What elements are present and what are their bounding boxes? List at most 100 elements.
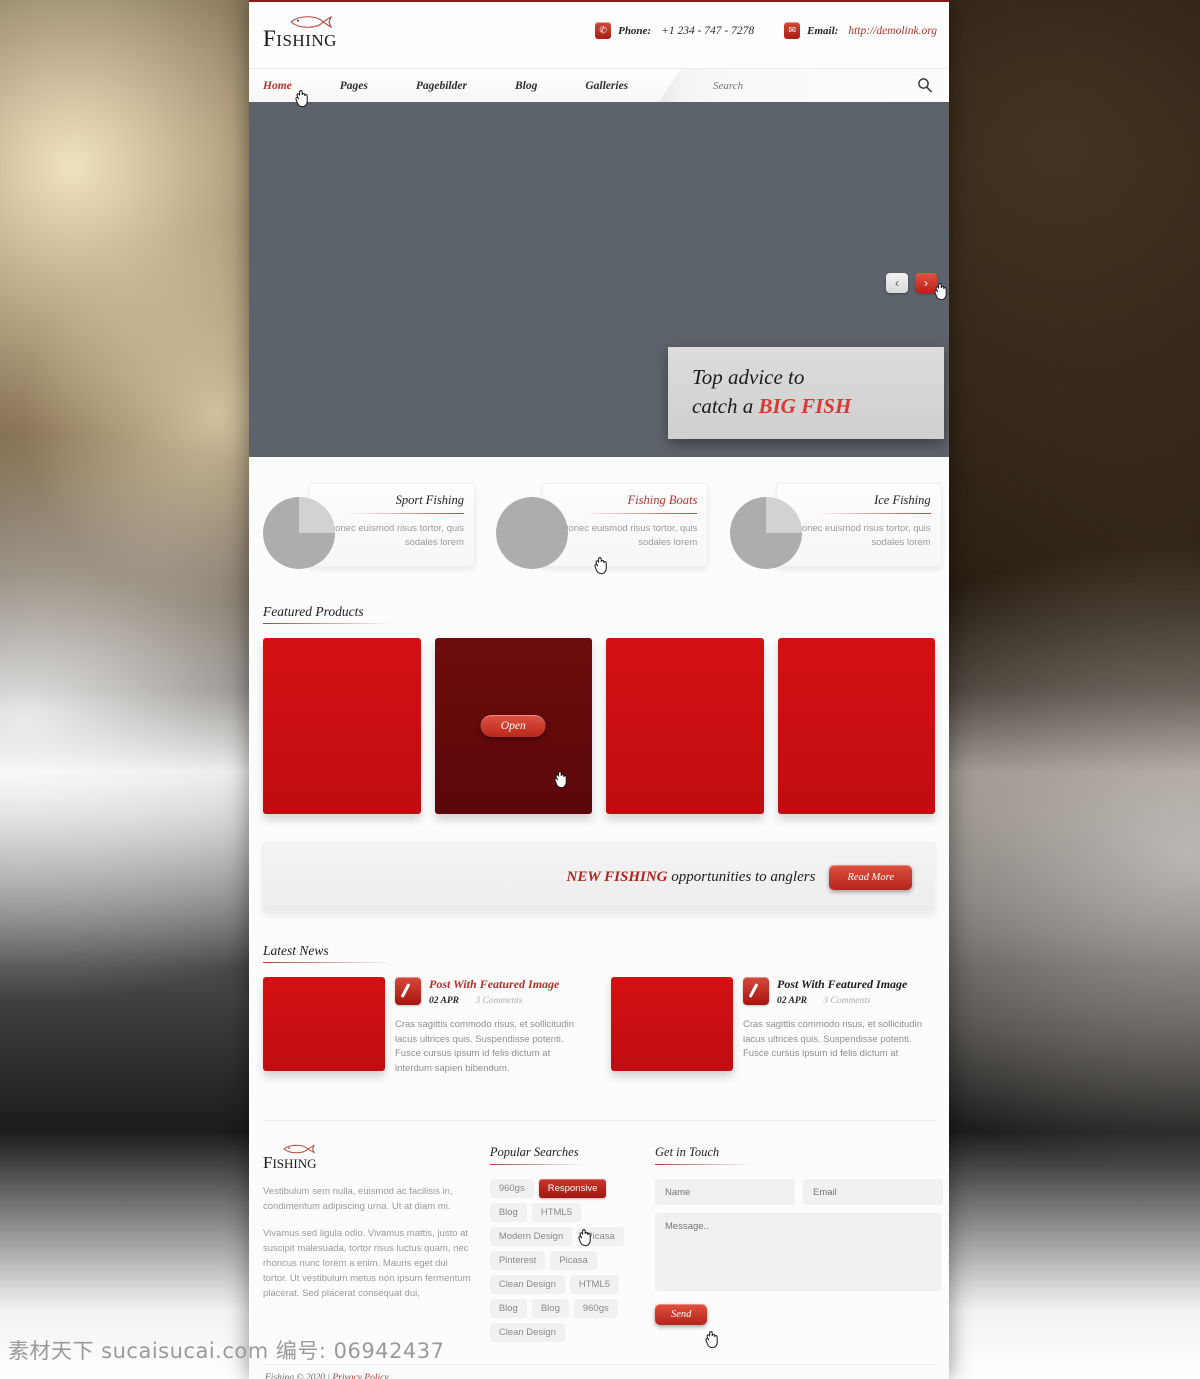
footer-wordmark: FISHING xyxy=(263,1154,472,1172)
contact-name-input[interactable] xyxy=(655,1179,795,1205)
phone-icon: ✆ xyxy=(595,22,612,39)
news-excerpt: Cras sagittis commodo risus, et sollicit… xyxy=(395,1019,574,1074)
news-title[interactable]: Post With Featured Image xyxy=(429,977,559,992)
news-date: 02 APR xyxy=(777,996,807,1006)
logo-wordmark: FISHING xyxy=(263,26,337,51)
email-value: http://demolink.org xyxy=(848,24,937,37)
service-card-fishing-boats[interactable]: Fishing Boats Donec euismod risus tortor… xyxy=(496,483,709,573)
news-excerpt: Cras sagittis commodo risus, et sollicit… xyxy=(743,1019,922,1059)
nav-item-pagebilder[interactable]: Pagebilder xyxy=(416,80,491,92)
tag-item[interactable]: 960gs xyxy=(573,1299,618,1318)
featured-products-grid: Open xyxy=(263,638,935,814)
tag-item[interactable]: Pinterest xyxy=(489,1251,546,1270)
service-divider xyxy=(814,513,931,514)
news-meta: 02 APR 3 Comments xyxy=(429,996,559,1006)
product-card-hovered[interactable]: Open xyxy=(434,638,592,814)
slider-caption-line2: catch a BIG FISH xyxy=(692,392,926,421)
fish-icon xyxy=(283,1144,315,1154)
slider-caption-line1: Top advice to xyxy=(692,365,805,389)
news-post[interactable]: Post With Featured Image 02 APR 3 Commen… xyxy=(263,977,587,1076)
phone-contact[interactable]: ✆ Phone: +1 234 - 747 - 7278 xyxy=(595,22,754,39)
phone-label: Phone: xyxy=(618,24,652,37)
search-bar xyxy=(659,69,949,102)
heading-underline xyxy=(489,1164,586,1165)
nav-item-home[interactable]: Home xyxy=(263,80,316,92)
service-image-placeholder xyxy=(263,497,335,569)
service-card-sport-fishing[interactable]: Sport Fishing Donec euismod risus tortor… xyxy=(263,483,475,573)
slider-next-button[interactable]: › xyxy=(915,273,937,293)
copyright-text: Fishing © 2020 | xyxy=(265,1373,330,1379)
news-title[interactable]: Post With Featured Image xyxy=(777,977,907,992)
heading-underline xyxy=(655,1164,751,1165)
pencil-icon xyxy=(395,977,421,1005)
featured-products-heading: Featured Products xyxy=(263,603,935,624)
footer-logo[interactable]: FISHING xyxy=(263,1143,472,1172)
stock-site-watermark: 素材天下 sucaisucai.com 编号: 06942437 xyxy=(8,1339,445,1363)
tag-item[interactable]: Blog xyxy=(489,1299,527,1318)
nav-item-pages[interactable]: Pages xyxy=(340,80,392,92)
main-navigation: Home Pages Pagebilder Blog Galleries Con… xyxy=(249,68,949,102)
news-comments[interactable]: 3 Comments xyxy=(475,996,522,1006)
tag-item[interactable]: HTML5 xyxy=(531,1203,581,1222)
logo-rest: ISHING xyxy=(276,31,337,50)
tag-item[interactable]: Picasa xyxy=(550,1251,597,1270)
website-preview: FISHING ✆ Phone: +1 234 - 747 - 7278 ✉ E… xyxy=(249,0,949,1379)
nav-item-blog[interactable]: Blog xyxy=(515,80,561,92)
slider-prev-button[interactable]: ‹ xyxy=(886,273,908,293)
product-card[interactable] xyxy=(263,638,421,814)
product-card[interactable] xyxy=(777,638,935,814)
contact-message-textarea[interactable] xyxy=(655,1213,941,1291)
popular-searches-column: Popular Searches 960gs Responsive Blog H… xyxy=(489,1143,655,1342)
section-title: Featured Products xyxy=(263,604,364,619)
privacy-policy-link[interactable]: Privacy Policy xyxy=(332,1373,388,1379)
contact-email-input[interactable] xyxy=(803,1179,943,1205)
tag-item[interactable]: 960gs xyxy=(489,1179,534,1198)
tag-item[interactable]: Blog xyxy=(531,1299,569,1318)
service-image-placeholder xyxy=(729,497,802,569)
promo-rest: opportunities to anglers xyxy=(667,868,816,885)
slider-caption-plain: catch a xyxy=(692,394,759,418)
tag-item[interactable]: Modern Design xyxy=(489,1227,573,1246)
header-contacts: ✆ Phone: +1 234 - 747 - 7278 ✉ Email: ht… xyxy=(595,22,937,39)
promo-text: NEW FISHING opportunities to anglers xyxy=(567,869,816,886)
site-footer: FISHING Vestibulum sem nulla, euismod ac… xyxy=(263,1121,943,1342)
search-input[interactable] xyxy=(711,78,905,93)
fish-icon xyxy=(290,15,333,29)
tag-item[interactable]: Clean Design xyxy=(489,1275,565,1294)
tag-item[interactable]: Picasa xyxy=(577,1227,624,1246)
slider-controls: ‹ › xyxy=(886,273,937,293)
slider-caption: Top advice to catch a BIG FISH xyxy=(668,347,944,439)
hero-slider[interactable]: ‹ › Top advice to catch a BIG FISH xyxy=(249,102,949,457)
tag-item-active[interactable]: Responsive xyxy=(538,1179,607,1198)
news-thumbnail[interactable] xyxy=(263,977,385,1071)
read-more-button[interactable]: Read More xyxy=(829,864,912,890)
news-meta: 02 APR 3 Comments xyxy=(777,996,907,1006)
service-teasers: Sport Fishing Donec euismod risus tortor… xyxy=(263,457,942,573)
email-contact[interactable]: ✉ Email: http://demolink.org xyxy=(784,22,937,39)
search-icon[interactable] xyxy=(917,77,933,93)
tag-item[interactable]: HTML5 xyxy=(569,1275,620,1294)
latest-news-list: Post With Featured Image 02 APR 3 Commen… xyxy=(263,977,935,1076)
news-post[interactable]: Post With Featured Image 02 APR 3 Commen… xyxy=(611,977,935,1076)
service-card-ice-fishing[interactable]: Ice Fishing Donec euismod risus tortor, … xyxy=(729,483,942,573)
section-underline xyxy=(263,962,393,963)
service-image-placeholder xyxy=(496,497,569,569)
tag-cloud: 960gs Responsive Blog HTML5 Modern Desig… xyxy=(489,1179,645,1342)
logo-initial: F xyxy=(263,26,277,51)
footer-logo-rest: ISHING xyxy=(272,1156,317,1171)
contact-name-email-row xyxy=(655,1179,943,1205)
product-open-button[interactable]: Open xyxy=(480,715,546,737)
send-button[interactable]: Send xyxy=(655,1304,708,1325)
promo-banner: NEW FISHING opportunities to anglers Rea… xyxy=(263,842,935,912)
site-logo[interactable]: FISHING xyxy=(263,14,337,51)
tag-item[interactable]: Blog xyxy=(489,1203,527,1222)
phone-value: +1 234 - 747 - 7278 xyxy=(661,24,755,37)
news-thumbnail[interactable] xyxy=(611,977,733,1071)
nav-item-galleries[interactable]: Galleries xyxy=(585,80,652,92)
news-comments[interactable]: 3 Comments xyxy=(823,996,870,1006)
product-card[interactable] xyxy=(606,638,764,814)
tag-item[interactable]: Clean Design xyxy=(489,1323,565,1342)
slider-caption-highlight: BIG FISH xyxy=(758,394,852,418)
footer-about-column: FISHING Vestibulum sem nulla, euismod ac… xyxy=(263,1143,490,1342)
get-in-touch-column: Get in Touch Send xyxy=(655,1143,943,1342)
